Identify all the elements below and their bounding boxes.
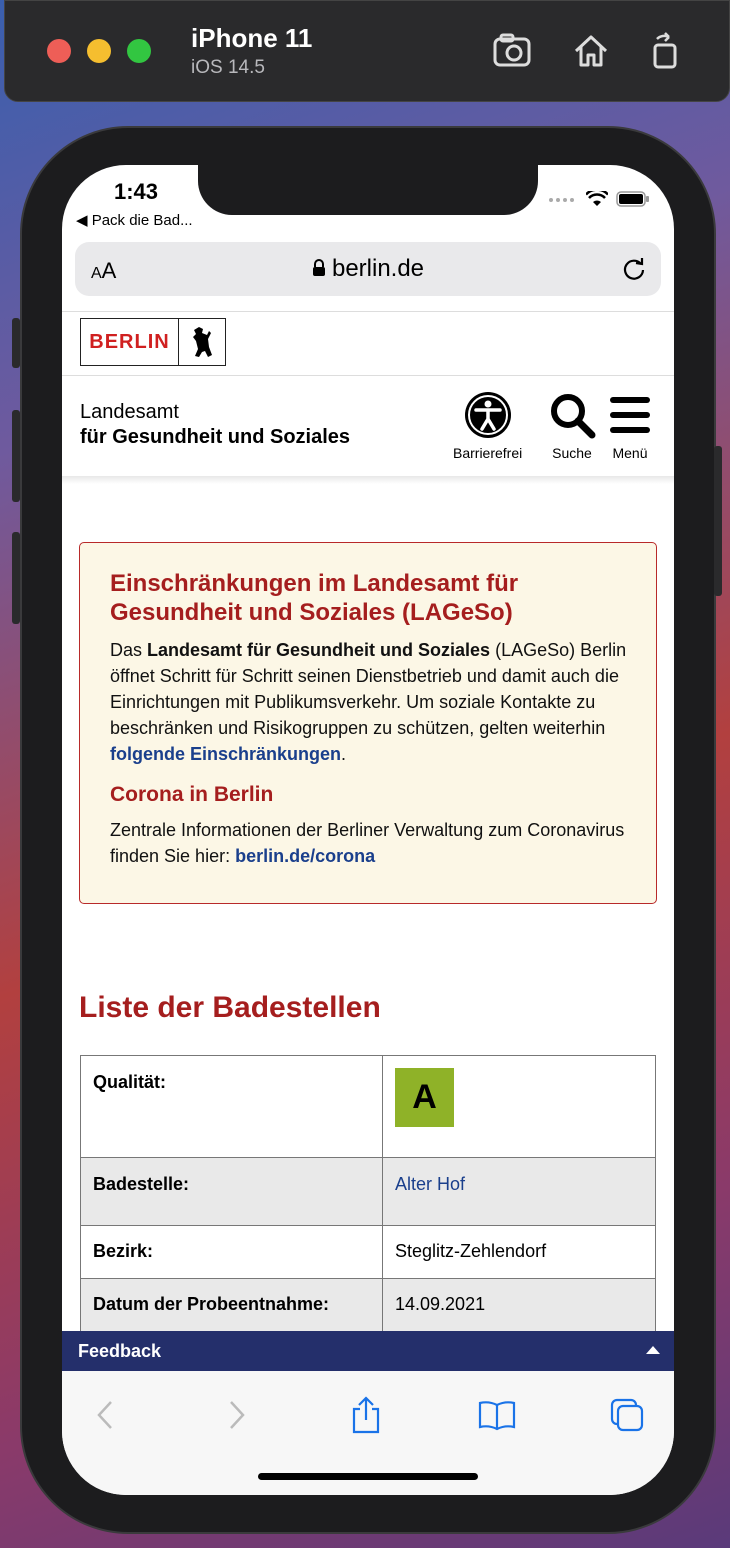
back-to-app-link[interactable]: ◀ Pack die Bad... [76, 211, 193, 229]
table-label: Qualität: [80, 1055, 383, 1158]
table-value: Steglitz-Zehlendorf [382, 1225, 656, 1279]
bear-icon [179, 325, 225, 359]
notice-paragraph: Das Landesamt für Gesundheit und Soziale… [110, 640, 627, 764]
notice-box: Einschränkungen im Landesamt für Gesundh… [79, 542, 657, 904]
bookmarks-button[interactable] [472, 1393, 522, 1437]
berlin-logo-text: BERLIN [81, 319, 179, 365]
table-row: Datum der Probeentnahme: 14.09.2021 [80, 1278, 656, 1339]
lock-icon [312, 259, 325, 276]
share-icon [352, 1396, 380, 1434]
divider [62, 375, 674, 376]
restrictions-link[interactable]: folgende Einschränkungen [110, 744, 341, 764]
table-label: Badestelle: [80, 1157, 383, 1226]
mute-switch [12, 318, 20, 368]
camera-icon [493, 33, 531, 67]
table-label: Bezirk: [80, 1225, 383, 1279]
domain-text: berlin.de [331, 255, 425, 282]
home-button[interactable] [567, 29, 615, 73]
address-bar[interactable]: AAAA berlin.de [75, 242, 661, 296]
corona-paragraph: Zentrale Informationen der Berliner Verw… [110, 820, 625, 866]
search-button[interactable]: Suche [548, 391, 596, 461]
accessibility-button[interactable]: Barrierefrei [453, 391, 522, 461]
close-window-button[interactable] [47, 39, 71, 63]
feedback-bar[interactable]: Feedback [62, 1331, 674, 1371]
chevron-right-icon [230, 1401, 245, 1429]
cellular-icon [549, 198, 574, 202]
rotate-icon [653, 32, 677, 69]
volume-up-button [12, 410, 20, 502]
volume-down-button [12, 532, 20, 624]
bathing-sites-table: Qualität: A Badestelle: Alter Hof Bezirk… [80, 1055, 656, 1339]
simulator-title-bar: iPhone 11 iOS 14.5 [4, 0, 730, 102]
reload-button[interactable] [621, 256, 647, 287]
url-display[interactable]: berlin.de [75, 255, 661, 283]
os-version: iOS 14.5 [191, 57, 265, 78]
feedback-label: Feedback [78, 1341, 162, 1361]
chevron-up-icon [646, 1346, 660, 1354]
menu-label: Menü [612, 445, 648, 461]
corona-subtitle: Corona in Berlin [110, 783, 274, 806]
corona-link[interactable]: berlin.de/corona [235, 846, 375, 866]
org-name-line1: Landesamt [80, 401, 179, 423]
status-icons [548, 191, 650, 207]
screenshot-button[interactable] [489, 29, 537, 73]
book-icon [478, 1401, 516, 1431]
forward-button[interactable] [212, 1393, 262, 1437]
menu-button[interactable]: Menü [608, 391, 652, 461]
share-button[interactable] [341, 1393, 391, 1437]
wifi-icon [586, 191, 608, 206]
back-button[interactable] [80, 1393, 130, 1437]
phone-screen: 1:43 ◀ Pack die Bad... AAAA berlin.de BE… [62, 165, 674, 1495]
chevron-left-icon [97, 1401, 112, 1429]
table-value: 14.09.2021 [382, 1278, 656, 1339]
hamburger-menu-icon [610, 397, 650, 433]
tabs-icon [610, 1398, 644, 1432]
tabs-button[interactable] [602, 1393, 652, 1437]
status-time: 1:43 [114, 179, 159, 204]
rotate-button[interactable] [641, 29, 689, 73]
accessibility-label: Barrierefrei [453, 445, 523, 461]
home-icon [574, 35, 608, 67]
table-row: Bezirk: Steglitz-Zehlendorf [80, 1225, 656, 1279]
table-label: Datum der Probeentnahme: [80, 1278, 383, 1339]
list-title: Liste der Badestellen [79, 991, 381, 1024]
search-icon [551, 394, 596, 439]
divider [62, 311, 674, 312]
battery-icon [616, 191, 649, 207]
notice-title: Einschränkungen im Landesamt für Gesundh… [110, 570, 519, 626]
reload-icon [623, 258, 645, 280]
table-value: A [382, 1055, 656, 1158]
search-label: Suche [552, 445, 592, 461]
minimize-window-button[interactable] [87, 39, 111, 63]
device-name: iPhone 11 [191, 23, 313, 53]
home-indicator[interactable] [258, 1473, 478, 1480]
accessibility-icon [464, 392, 511, 438]
notch [198, 165, 538, 215]
power-button [714, 446, 722, 596]
org-name-line2: für Gesundheit und Soziales [80, 426, 351, 448]
quality-grade-badge: A [395, 1068, 454, 1127]
bathing-site-link[interactable]: Alter Hof [382, 1157, 656, 1226]
zoom-window-button[interactable] [127, 39, 151, 63]
header-shadow [62, 476, 674, 484]
table-row: Qualität: A [80, 1055, 656, 1158]
notice-bold-text: Landesamt für Gesundheit und Soziales [147, 640, 491, 660]
berlin-logo[interactable]: BERLIN [80, 318, 226, 366]
table-row: Badestelle: Alter Hof [80, 1157, 656, 1226]
